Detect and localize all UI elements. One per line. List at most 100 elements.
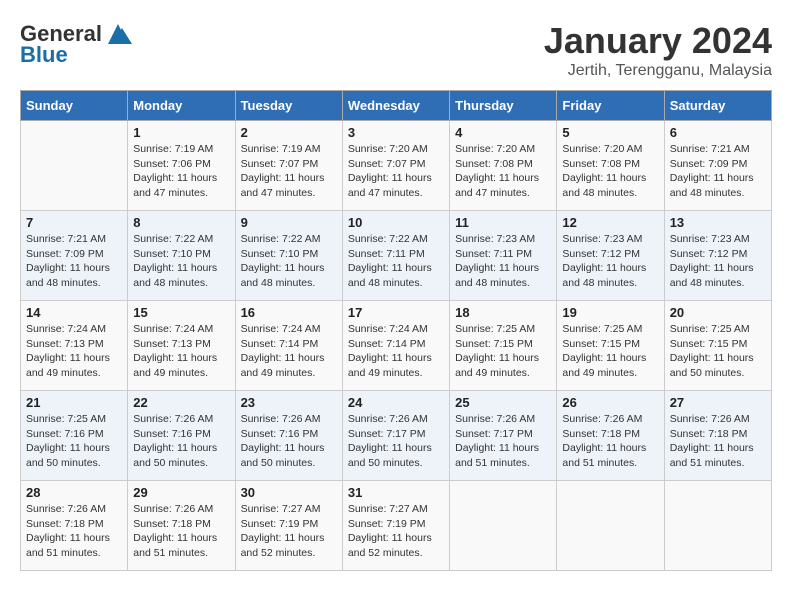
day-info: Sunrise: 7:26 AM Sunset: 7:16 PM Dayligh… bbox=[241, 412, 337, 471]
day-info: Sunrise: 7:26 AM Sunset: 7:16 PM Dayligh… bbox=[133, 412, 229, 471]
day-info: Sunrise: 7:26 AM Sunset: 7:18 PM Dayligh… bbox=[670, 412, 766, 471]
day-info: Sunrise: 7:24 AM Sunset: 7:13 PM Dayligh… bbox=[26, 322, 122, 381]
day-number: 31 bbox=[348, 485, 444, 500]
calendar-cell: 6 Sunrise: 7:21 AM Sunset: 7:09 PM Daylig… bbox=[664, 121, 771, 211]
calendar-table: SundayMondayTuesdayWednesdayThursdayFrid… bbox=[20, 90, 772, 571]
day-info: Sunrise: 7:25 AM Sunset: 7:16 PM Dayligh… bbox=[26, 412, 122, 471]
day-info: Sunrise: 7:23 AM Sunset: 7:12 PM Dayligh… bbox=[670, 232, 766, 291]
calendar-cell: 24 Sunrise: 7:26 AM Sunset: 7:17 PM Dayli… bbox=[342, 391, 449, 481]
calendar-cell: 16 Sunrise: 7:24 AM Sunset: 7:14 PM Dayli… bbox=[235, 301, 342, 391]
day-number: 23 bbox=[241, 395, 337, 410]
day-number: 16 bbox=[241, 305, 337, 320]
calendar-cell: 29 Sunrise: 7:26 AM Sunset: 7:18 PM Dayli… bbox=[128, 481, 235, 571]
calendar-cell: 2 Sunrise: 7:19 AM Sunset: 7:07 PM Daylig… bbox=[235, 121, 342, 211]
day-info: Sunrise: 7:24 AM Sunset: 7:14 PM Dayligh… bbox=[348, 322, 444, 381]
logo: General Blue bbox=[20, 20, 132, 68]
calendar-cell: 28 Sunrise: 7:26 AM Sunset: 7:18 PM Dayli… bbox=[21, 481, 128, 571]
page-header: General Blue January 2024 Jertih, Tereng… bbox=[20, 20, 772, 80]
day-number: 6 bbox=[670, 125, 766, 140]
calendar-cell: 8Sunrise: 7:22 AM Sunset: 7:10 PM Daylig… bbox=[128, 211, 235, 301]
day-info: Sunrise: 7:25 AM Sunset: 7:15 PM Dayligh… bbox=[562, 322, 658, 381]
day-header-tuesday: Tuesday bbox=[235, 91, 342, 121]
calendar-cell: 21 Sunrise: 7:25 AM Sunset: 7:16 PM Dayli… bbox=[21, 391, 128, 481]
calendar-body: 1 Sunrise: 7:19 AM Sunset: 7:06 PM Daylig… bbox=[21, 121, 772, 571]
day-info: Sunrise: 7:19 AM Sunset: 7:07 PM Dayligh… bbox=[241, 142, 337, 201]
calendar-cell: 3Sunrise: 7:20 AM Sunset: 7:07 PM Daylig… bbox=[342, 121, 449, 211]
day-number: 2 bbox=[241, 125, 337, 140]
day-header-friday: Friday bbox=[557, 91, 664, 121]
day-number: 22 bbox=[133, 395, 229, 410]
day-number: 14 bbox=[26, 305, 122, 320]
day-info: Sunrise: 7:21 AM Sunset: 7:09 PM Dayligh… bbox=[670, 142, 766, 201]
day-info: Sunrise: 7:24 AM Sunset: 7:14 PM Dayligh… bbox=[241, 322, 337, 381]
location-subtitle: Jertih, Terengganu, Malaysia bbox=[544, 62, 772, 80]
calendar-cell: 9Sunrise: 7:22 AM Sunset: 7:10 PM Daylig… bbox=[235, 211, 342, 301]
title-block: January 2024 Jertih, Terengganu, Malaysi… bbox=[544, 20, 772, 80]
calendar-cell: 25Sunrise: 7:26 AM Sunset: 7:17 PM Dayli… bbox=[450, 391, 557, 481]
day-number: 15 bbox=[133, 305, 229, 320]
day-number: 26 bbox=[562, 395, 658, 410]
calendar-week-row: 1 Sunrise: 7:19 AM Sunset: 7:06 PM Daylig… bbox=[21, 121, 772, 211]
calendar-cell: 27 Sunrise: 7:26 AM Sunset: 7:18 PM Dayli… bbox=[664, 391, 771, 481]
day-number: 1 bbox=[133, 125, 229, 140]
day-info: Sunrise: 7:25 AM Sunset: 7:15 PM Dayligh… bbox=[455, 322, 551, 381]
calendar-cell: 26 Sunrise: 7:26 AM Sunset: 7:18 PM Dayli… bbox=[557, 391, 664, 481]
calendar-cell bbox=[21, 121, 128, 211]
day-number: 29 bbox=[133, 485, 229, 500]
calendar-cell: 15 Sunrise: 7:24 AM Sunset: 7:13 PM Dayli… bbox=[128, 301, 235, 391]
day-info: Sunrise: 7:26 AM Sunset: 7:18 PM Dayligh… bbox=[26, 502, 122, 561]
calendar-cell: 12Sunrise: 7:23 AM Sunset: 7:12 PM Dayli… bbox=[557, 211, 664, 301]
day-number: 17 bbox=[348, 305, 444, 320]
day-number: 3 bbox=[348, 125, 444, 140]
logo-blue-text: Blue bbox=[20, 42, 68, 68]
logo-icon bbox=[104, 20, 132, 48]
day-info: Sunrise: 7:20 AM Sunset: 7:08 PM Dayligh… bbox=[562, 142, 658, 201]
day-header-wednesday: Wednesday bbox=[342, 91, 449, 121]
day-info: Sunrise: 7:22 AM Sunset: 7:11 PM Dayligh… bbox=[348, 232, 444, 291]
calendar-cell: 13 Sunrise: 7:23 AM Sunset: 7:12 PM Dayli… bbox=[664, 211, 771, 301]
calendar-cell: 30 Sunrise: 7:27 AM Sunset: 7:19 PM Dayli… bbox=[235, 481, 342, 571]
day-info: Sunrise: 7:27 AM Sunset: 7:19 PM Dayligh… bbox=[241, 502, 337, 561]
day-info: Sunrise: 7:26 AM Sunset: 7:18 PM Dayligh… bbox=[562, 412, 658, 471]
calendar-cell: 1 Sunrise: 7:19 AM Sunset: 7:06 PM Daylig… bbox=[128, 121, 235, 211]
calendar-cell: 14 Sunrise: 7:24 AM Sunset: 7:13 PM Dayli… bbox=[21, 301, 128, 391]
day-info: Sunrise: 7:26 AM Sunset: 7:18 PM Dayligh… bbox=[133, 502, 229, 561]
day-info: Sunrise: 7:26 AM Sunset: 7:17 PM Dayligh… bbox=[348, 412, 444, 471]
day-info: Sunrise: 7:23 AM Sunset: 7:12 PM Dayligh… bbox=[562, 232, 658, 291]
calendar-week-row: 14 Sunrise: 7:24 AM Sunset: 7:13 PM Dayli… bbox=[21, 301, 772, 391]
day-info: Sunrise: 7:19 AM Sunset: 7:06 PM Dayligh… bbox=[133, 142, 229, 201]
day-number: 4 bbox=[455, 125, 551, 140]
day-number: 13 bbox=[670, 215, 766, 230]
day-number: 20 bbox=[670, 305, 766, 320]
calendar-week-row: 21 Sunrise: 7:25 AM Sunset: 7:16 PM Dayli… bbox=[21, 391, 772, 481]
day-info: Sunrise: 7:24 AM Sunset: 7:13 PM Dayligh… bbox=[133, 322, 229, 381]
calendar-cell: 17 Sunrise: 7:24 AM Sunset: 7:14 PM Dayli… bbox=[342, 301, 449, 391]
calendar-cell: 19Sunrise: 7:25 AM Sunset: 7:15 PM Dayli… bbox=[557, 301, 664, 391]
calendar-cell bbox=[664, 481, 771, 571]
calendar-cell: 11Sunrise: 7:23 AM Sunset: 7:11 PM Dayli… bbox=[450, 211, 557, 301]
day-number: 21 bbox=[26, 395, 122, 410]
calendar-cell bbox=[557, 481, 664, 571]
day-info: Sunrise: 7:25 AM Sunset: 7:15 PM Dayligh… bbox=[670, 322, 766, 381]
day-number: 7 bbox=[26, 215, 122, 230]
day-info: Sunrise: 7:27 AM Sunset: 7:19 PM Dayligh… bbox=[348, 502, 444, 561]
calendar-cell: 4 Sunrise: 7:20 AM Sunset: 7:08 PM Daylig… bbox=[450, 121, 557, 211]
day-number: 8 bbox=[133, 215, 229, 230]
day-number: 11 bbox=[455, 215, 551, 230]
day-info: Sunrise: 7:22 AM Sunset: 7:10 PM Dayligh… bbox=[241, 232, 337, 291]
day-number: 24 bbox=[348, 395, 444, 410]
day-header-sunday: Sunday bbox=[21, 91, 128, 121]
day-number: 27 bbox=[670, 395, 766, 410]
calendar-cell: 23 Sunrise: 7:26 AM Sunset: 7:16 PM Dayli… bbox=[235, 391, 342, 481]
month-title: January 2024 bbox=[544, 20, 772, 62]
day-info: Sunrise: 7:26 AM Sunset: 7:17 PM Dayligh… bbox=[455, 412, 551, 471]
calendar-cell: 31 Sunrise: 7:27 AM Sunset: 7:19 PM Dayli… bbox=[342, 481, 449, 571]
calendar-cell: 20 Sunrise: 7:25 AM Sunset: 7:15 PM Dayli… bbox=[664, 301, 771, 391]
day-info: Sunrise: 7:20 AM Sunset: 7:08 PM Dayligh… bbox=[455, 142, 551, 201]
day-header-thursday: Thursday bbox=[450, 91, 557, 121]
day-number: 30 bbox=[241, 485, 337, 500]
day-header-monday: Monday bbox=[128, 91, 235, 121]
calendar-cell: 10Sunrise: 7:22 AM Sunset: 7:11 PM Dayli… bbox=[342, 211, 449, 301]
calendar-cell: 5Sunrise: 7:20 AM Sunset: 7:08 PM Daylig… bbox=[557, 121, 664, 211]
day-number: 28 bbox=[26, 485, 122, 500]
